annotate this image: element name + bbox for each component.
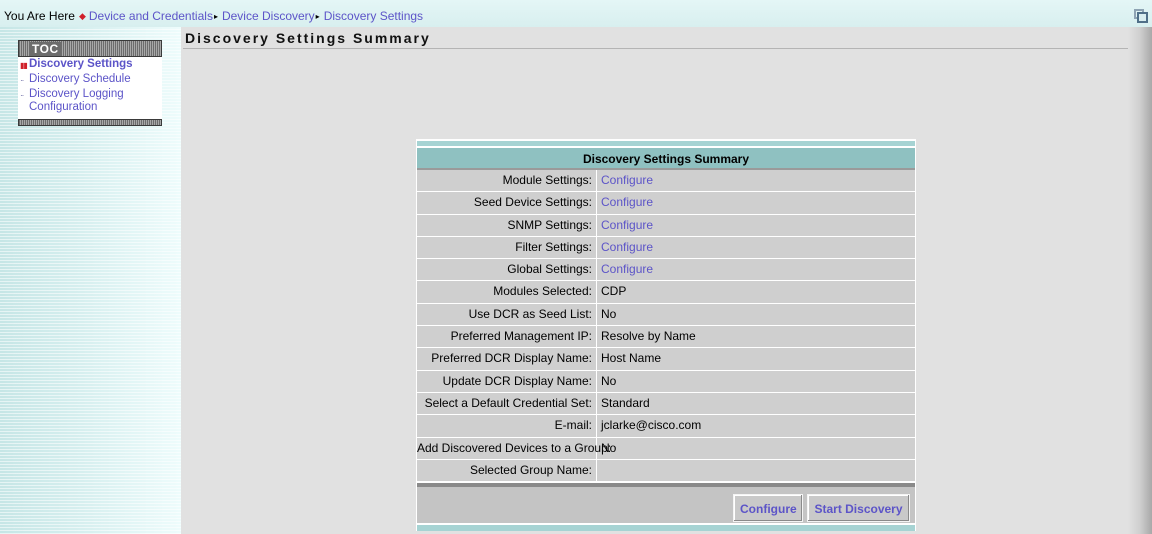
bullet-icon: ·· <box>20 91 24 100</box>
bullet-icon: ·· <box>20 76 24 85</box>
table-body: Module Settings: Configure Seed Device Set… <box>417 170 915 483</box>
configure-link[interactable]: Configure <box>601 240 653 254</box>
table-row: Filter Settings: Configure <box>417 236 915 260</box>
toc-header: TOC <box>18 40 162 57</box>
table-row: Update DCR Display Name: No <box>417 370 915 393</box>
row-label: Module Settings: <box>417 170 597 192</box>
table-row: E-mail: jclarke@cisco.com <box>417 415 915 438</box>
breadcrumb-discovery-settings[interactable]: Discovery Settings <box>324 9 423 23</box>
start-discovery-button[interactable]: Start Discovery <box>807 494 910 523</box>
window-front-frame <box>1137 12 1148 23</box>
table-row: Preferred Management IP: Resolve by Name <box>417 326 915 349</box>
row-value: Host Name <box>601 351 662 366</box>
toc-item-discovery-settings[interactable]: ▮▮ Discovery Settings <box>18 58 162 71</box>
row-value: CDP <box>601 284 627 299</box>
row-value <box>597 460 915 481</box>
new-window-icon[interactable] <box>1134 9 1148 23</box>
table-row: Module Settings: Configure <box>417 170 915 193</box>
row-value: Configure <box>597 237 915 258</box>
row-value: Configure <box>597 192 915 213</box>
sidebar: TOC ▮▮ Discovery Settings ·· Discovery S… <box>0 27 181 534</box>
arrow-separator-icon: ▸ <box>315 12 320 21</box>
scrollbar-edge <box>1128 27 1152 534</box>
table-row: Select a Default Credential Set: Standard <box>417 392 915 416</box>
row-value: Configure <box>597 170 915 191</box>
toc-list: ▮▮ Discovery Settings ·· Discovery Sched… <box>18 57 162 114</box>
settings-summary-table: Discovery Settings Summary Module Settin… <box>416 139 916 532</box>
row-label: Filter Settings: <box>417 236 597 259</box>
configure-link[interactable]: Configure <box>601 262 653 276</box>
toc-item-label[interactable]: Discovery Schedule <box>29 73 131 85</box>
toc-footer <box>18 119 162 126</box>
toc-item-label[interactable]: Discovery Settings <box>29 58 133 70</box>
table-row: Global Settings: Configure <box>417 259 915 282</box>
active-bullet-icon: ▮▮ <box>20 61 28 70</box>
table-bottom-stripe <box>417 525 915 532</box>
configure-button[interactable]: Configure <box>733 494 803 523</box>
toc-panel: TOC ▮▮ Discovery Settings ·· Discovery S… <box>18 40 162 126</box>
row-label: Preferred Management IP: <box>417 326 597 348</box>
breadcrumb-device-and-credentials[interactable]: Device and Credentials <box>89 9 213 23</box>
row-label: SNMP Settings: <box>417 214 597 236</box>
row-label: E-mail: <box>417 415 597 437</box>
table-row: Modules Selected: CDP <box>417 281 915 304</box>
row-label: Add Discovered Devices to a Group: <box>417 437 611 459</box>
row-value: Configure <box>597 259 915 280</box>
row-value: jclarke@cisco.com <box>601 418 702 433</box>
breadcrumb-prefix: You Are Here <box>4 9 75 23</box>
row-label: Global Settings: <box>417 259 597 281</box>
diamond-icon: ◆ <box>78 11 86 21</box>
table-row: SNMP Settings: Configure <box>417 214 915 237</box>
row-value: Configure <box>597 215 915 236</box>
toc-item-label[interactable]: Discovery Logging Configuration <box>29 88 124 113</box>
row-label: Update DCR Display Name: <box>417 370 597 392</box>
row-label: Seed Device Settings: <box>417 192 597 214</box>
row-value: No <box>601 306 617 321</box>
row-label: Preferred DCR Display Name: <box>417 348 597 370</box>
configure-link[interactable]: Configure <box>601 173 653 187</box>
table-top-stripe <box>417 141 915 146</box>
table-row: Preferred DCR Display Name: Host Name <box>417 348 915 371</box>
breadcrumb: You Are Here ◆ Device and Credentials▸ Devi… <box>4 9 423 23</box>
row-value: Resolve by Name <box>601 329 696 344</box>
toc-header-label: TOC <box>29 42 62 56</box>
row-value: No <box>601 440 617 455</box>
page-title: Discovery Settings Summary <box>185 30 431 46</box>
configure-link[interactable]: Configure <box>601 195 653 209</box>
row-value: No <box>601 373 617 388</box>
row-label: Selected Group Name: <box>417 459 597 482</box>
row-label: Select a Default Credential Set: <box>417 392 597 415</box>
arrow-separator-icon: ▸ <box>213 12 218 21</box>
table-row: Seed Device Settings: Configure <box>417 192 915 215</box>
table-row: Selected Group Name: <box>417 459 915 483</box>
top-bar: You Are Here ◆ Device and Credentials▸ Devi… <box>0 0 1152 27</box>
row-label: Use DCR as Seed List: <box>417 303 597 326</box>
toc-item-discovery-schedule[interactable]: ·· Discovery Schedule <box>18 73 162 86</box>
row-label: Modules Selected: <box>417 281 597 303</box>
table-header: Discovery Settings Summary <box>417 148 915 170</box>
title-divider <box>183 48 1148 49</box>
button-bar: Configure Start Discovery <box>417 487 915 526</box>
table-row: Use DCR as Seed List: No <box>417 303 915 327</box>
breadcrumb-device-discovery[interactable]: Device Discovery <box>222 9 315 23</box>
row-value: Standard <box>601 395 650 410</box>
table-row: Add Discovered Devices to a Group: No <box>417 437 915 460</box>
toc-item-discovery-logging-configuration[interactable]: ·· Discovery Logging Configuration <box>18 88 162 114</box>
configure-link[interactable]: Configure <box>601 218 653 232</box>
